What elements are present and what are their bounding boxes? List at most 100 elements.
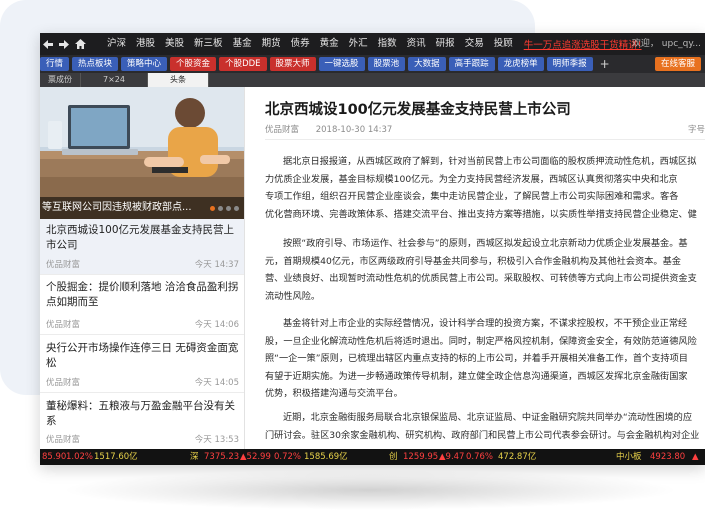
top-menu-bar: 沪深 港股 美股 新三板 基金 期货 债券 黄金 外汇 指数 资讯 研报 交易 … — [40, 33, 705, 55]
toolbar-stock-master-button[interactable]: 股票大师 — [269, 57, 316, 71]
article-paragraph: 按照“政府引导、市场运作、社会参与”的原则，西城区拟发起设立北京新动力优质企业发… — [265, 235, 705, 305]
carousel-dot[interactable] — [234, 206, 239, 211]
carousel-dot-active[interactable] — [210, 206, 215, 211]
menu-item-research[interactable]: 研报 — [431, 33, 460, 55]
article-meta: 优品财富 2018-10-30 14:37 — [265, 123, 406, 135]
article-line: 股，一旦企业化解流动性危机后将适时退出。同时，制定严格风控机制，保障资金安全，有… — [265, 335, 697, 347]
article-line: 元，首期规模40亿元，市区两级政府引导基金共同参与，积极引入合作金融机构及其他社… — [265, 255, 681, 267]
ticker-value: 1585.69亿 — [304, 452, 348, 462]
news-item-title: 个股掘金：提价顺利落地 洽洽食品盈利拐点如期而至 — [46, 281, 239, 308]
ticker-value: 4923.80 — [650, 452, 686, 462]
news-item-time: 今天 14:37 — [194, 260, 239, 270]
ticker-value: ▲52.99 — [240, 452, 271, 462]
news-item-time: 今天 13:53 — [194, 435, 239, 445]
news-item-meta: 优品财富 今天 14:37 — [46, 258, 239, 270]
ticker-label[interactable]: 创 — [389, 449, 398, 465]
news-list-item[interactable]: 央行公开市场操作连停三日 无碍资金面宽松 优品财富 今天 14:05 — [40, 335, 244, 393]
menu-item-fund[interactable]: 基金 — [228, 33, 257, 55]
article-line: 力优质企业发展，基金目标规模100亿元。为全力支持民营经济发展，西城区认真贯彻落… — [265, 173, 678, 185]
news-item-meta: 优品财富 今天 14:05 — [46, 376, 239, 388]
article-line: 按照“政府引导、市场运作、社会参与”的原则，西城区拟发起设立北京新动力优质企业发… — [283, 238, 688, 249]
add-toolbar-icon[interactable]: + — [600, 57, 610, 71]
article-line: 照“一企一策”原则，已梳理出辖区内重点支持的标的上市公司，并着手开展相关准备工作… — [265, 353, 688, 364]
menu-item-news[interactable]: 资讯 — [402, 33, 431, 55]
article-line: 营、业绩良好、出现暂时流动性危机的优质民营上市公司。采取股权、可转债等方式向上市… — [265, 273, 697, 284]
ticker-value: ▲ — [692, 452, 699, 462]
menu-item-index[interactable]: 指数 — [373, 33, 402, 55]
user-greeting[interactable]: 欢迎， upc_qy... — [632, 33, 701, 55]
menu-item-hk[interactable]: 港股 — [131, 33, 160, 55]
article-datetime: 2018-10-30 14:37 — [315, 125, 393, 135]
ticker-value: ▲9.47 — [439, 452, 465, 462]
article-line: 有望于近期实施。为进一步畅通政策传导机制，建立健全政企信息沟通渠道，西城区发挥北… — [265, 370, 688, 382]
menu-item-bonds[interactable]: 债券 — [286, 33, 315, 55]
menu-item-gold[interactable]: 黄金 — [315, 33, 344, 55]
carousel-dot[interactable] — [226, 206, 231, 211]
tab-headlines[interactable]: 头条 — [147, 73, 209, 87]
menu-item-trade[interactable]: 交易 — [460, 33, 489, 55]
news-item-source: 优品财富 — [46, 435, 81, 445]
toolbar-hot-sectors-button[interactable]: 热点板块 — [72, 57, 119, 71]
forward-icon[interactable] — [56, 33, 72, 55]
market-ticker: 85.90 1.02% 1517.60亿 深 7375.23 ▲52.99 0.… — [40, 449, 705, 465]
app-window: 沪深 港股 美股 新三板 基金 期货 债券 黄金 外汇 指数 资讯 研报 交易 … — [40, 33, 705, 465]
news-item-time: 今天 14:05 — [194, 378, 239, 388]
toolbar-strategy-button[interactable]: 策略中心 — [121, 57, 168, 71]
font-size-control[interactable]: 字号 — [688, 123, 705, 135]
ticker-value: 85.90 — [42, 452, 67, 462]
carousel-dot[interactable] — [218, 206, 223, 211]
menu-item-neeq[interactable]: 新三板 — [189, 33, 228, 55]
menu-item-forex[interactable]: 外汇 — [344, 33, 373, 55]
ticker-label[interactable]: 中小板 — [616, 449, 642, 465]
article-line: 门研讨会。驻区30余家金融机构、研究机构、政府部门和民营上市公司代表参会研讨。与… — [265, 429, 700, 441]
article-title: 北京西城设100亿元发展基金支持民营上市公司 — [265, 102, 571, 118]
news-list-item[interactable]: 个股掘金：提价顺利落地 洽洽食品盈利拐点如期而至 优品财富 今天 14:06 — [40, 275, 244, 335]
tab-components[interactable]: 票成份 — [40, 73, 81, 87]
menu-item-hushen[interactable]: 沪深 — [102, 33, 131, 55]
news-item-title: 董秘爆料：五粮液与万盈金融平台没有关系 — [46, 400, 235, 427]
news-item-meta: 优品财富 今天 14:06 — [46, 318, 239, 330]
article-panel: 北京西城设100亿元发展基金支持民营上市公司 优品财富 2018-10-30 1… — [246, 87, 705, 449]
news-item-title: 北京西城设100亿元发展基金支持民营上市公司 — [46, 224, 235, 251]
article-line: 基金将针对上市企业的实际经营情况，设计科学合理的投资方案，不谋求控股权，不干预企… — [283, 318, 688, 329]
ticker-value: 1.02% — [66, 452, 94, 462]
toolbar-big-data-button[interactable]: 大数据 — [408, 57, 446, 71]
menu-item-advisor[interactable]: 投顾 — [489, 33, 518, 55]
toolbar-quotes-button[interactable]: 行情 — [40, 57, 70, 71]
hero-carousel[interactable]: 等互联网公司因违规被财政部点... — [40, 87, 244, 219]
ticker-label[interactable]: 深 — [190, 449, 199, 465]
news-list-item[interactable]: 北京西城设100亿元发展基金支持民营上市公司 优品财富 今天 14:37 — [40, 219, 244, 275]
article-line: 专项工作组，组织召开民营企业座谈会，集中走访民营企业，了解民营上市公司实际困难和… — [265, 191, 679, 202]
ticker-value: 1259.95 — [403, 452, 439, 462]
article-line: 流动性风险。 — [265, 290, 321, 302]
toolbar-dragon-tiger-button[interactable]: 龙虎榜单 — [497, 57, 544, 71]
online-service-button[interactable]: 在线客服 — [654, 57, 701, 71]
toolbar-expert-tracking-button[interactable]: 高手跟踪 — [448, 57, 495, 71]
page-stage: 沪深 港股 美股 新三板 基金 期货 债券 黄金 外汇 指数 资讯 研报 交易 … — [0, 0, 705, 531]
news-item-title: 央行公开市场操作连停三日 无碍资金面宽松 — [46, 342, 239, 369]
news-list-panel: 等互联网公司因违规被财政部点... 北京西城设100亿元发展基金支持民营上市公司… — [40, 87, 245, 449]
back-icon[interactable] — [40, 33, 56, 55]
article-line: 优势，积极搭建沟通与交流平台。 — [265, 388, 403, 399]
toolbar-stock-dde-button[interactable]: 个股DDE — [219, 57, 267, 71]
article-paragraph: 基金将针对上市企业的实际经营情况，设计科学合理的投资方案，不谋求控股权，不干预企… — [265, 315, 705, 403]
toolbar-one-click-picker-button[interactable]: 一键选股 — [318, 57, 365, 71]
toolbar-mentor-report-button[interactable]: 明师季报 — [546, 57, 593, 71]
article-paragraph: 据北京日报报道，从西城区政府了解到，针对当前民营上市公司面临的股权质押流动性危机… — [265, 153, 705, 223]
promo-link[interactable]: 牛一万点追涨选股干货精讲! — [524, 37, 642, 51]
menu-item-us[interactable]: 美股 — [160, 33, 189, 55]
window-shadow — [60, 470, 680, 510]
news-item-source: 优品财富 — [46, 378, 81, 388]
toolbar-stock-pool-button[interactable]: 股票池 — [367, 57, 406, 71]
article-divider — [265, 139, 705, 140]
menu-item-futures[interactable]: 期货 — [257, 33, 286, 55]
tab-bar: 票成份 7×24 头条 — [40, 73, 705, 87]
home-icon[interactable] — [72, 33, 88, 55]
toolbar-stock-funds-button[interactable]: 个股资金 — [170, 57, 217, 71]
news-item-source: 优品财富 — [46, 260, 81, 270]
article-line: 优化营商环境、完善政策体系、搭建交流平台、推出支持方案等措施，以实质性举措支持民… — [265, 208, 697, 220]
news-item-source: 优品财富 — [46, 320, 81, 330]
news-list-item[interactable]: 董秘爆料：五粮液与万盈金融平台没有关系 优品财富 今天 13:53 — [40, 393, 244, 449]
carousel-dots — [210, 206, 239, 211]
tab-7x24[interactable]: 7×24 — [81, 73, 148, 87]
